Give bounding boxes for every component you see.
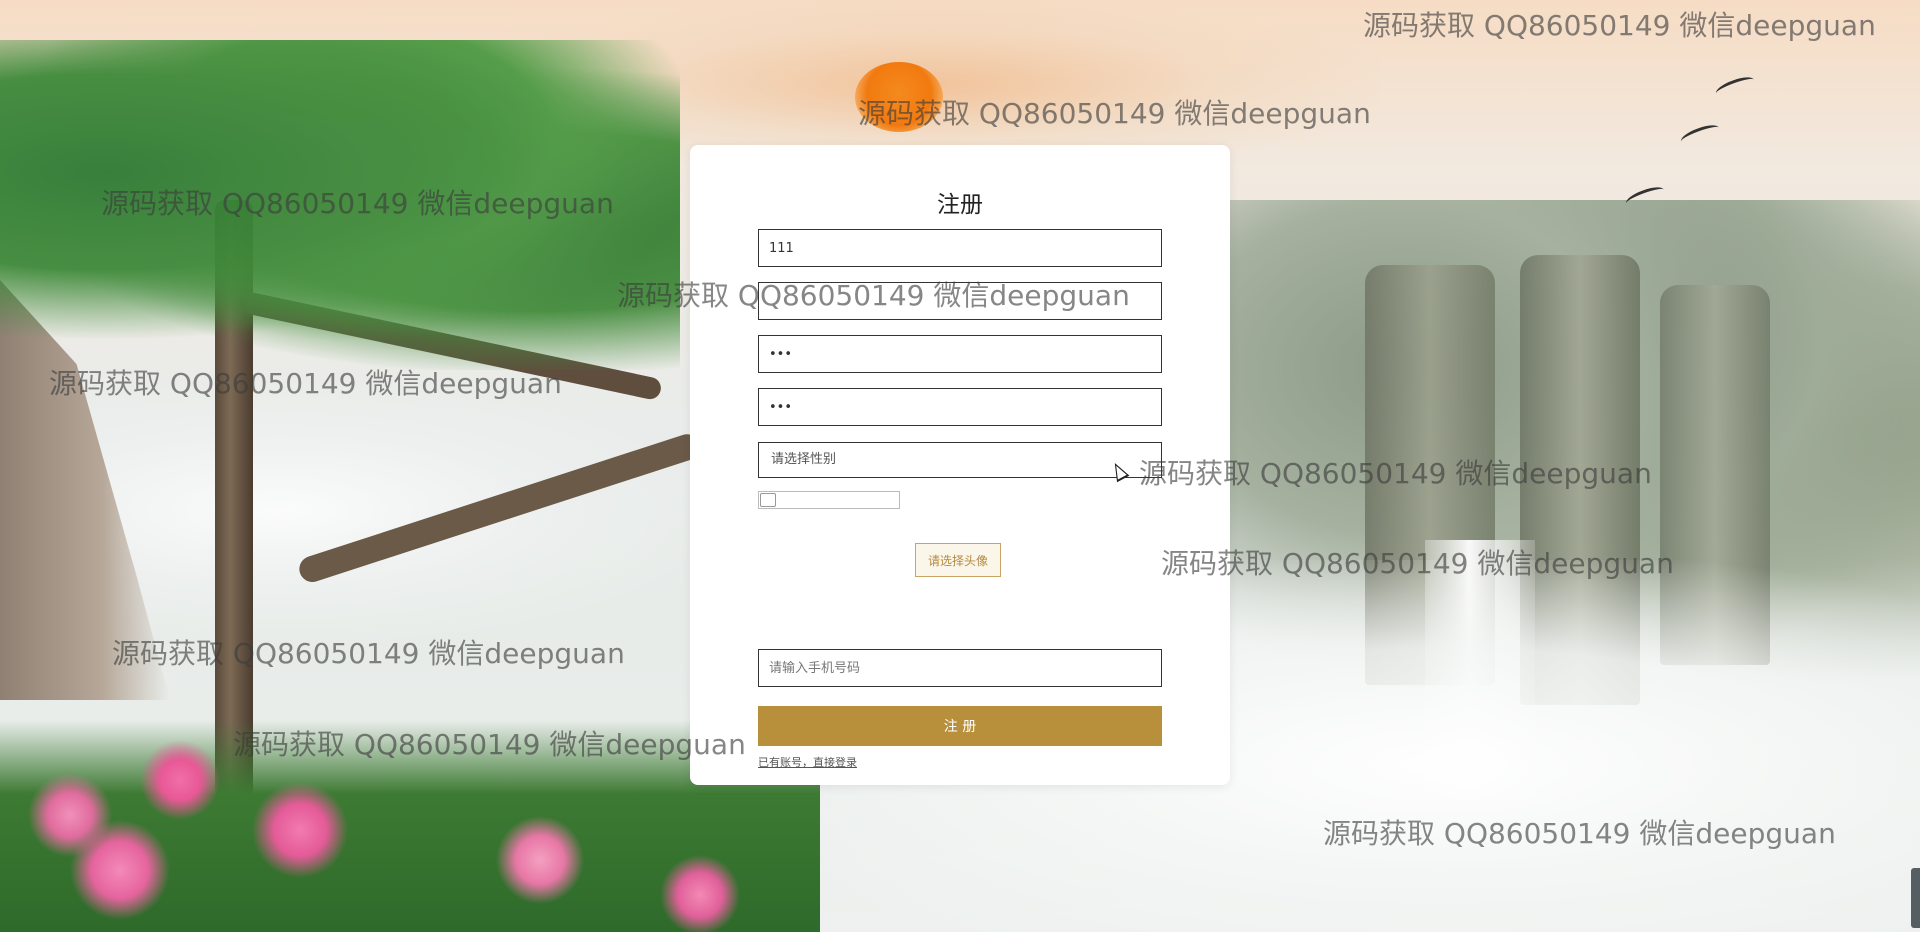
- login-link[interactable]: 已有账号，直接登录: [758, 754, 857, 770]
- phone-input[interactable]: [758, 649, 1162, 687]
- register-page: 注册 请选择性别 请选择头像 注 册 已有账号，直接登录 源码获取 QQ8605…: [0, 0, 1920, 932]
- register-submit-button[interactable]: 注 册: [758, 706, 1162, 746]
- username-input[interactable]: [758, 229, 1162, 267]
- register-form-card: 注册 请选择性别 请选择头像 注 册 已有账号，直接登录: [690, 145, 1230, 785]
- password-input[interactable]: [758, 335, 1162, 373]
- crane-icon: [1713, 73, 1757, 100]
- sun-decoration: [855, 62, 943, 132]
- gender-select[interactable]: 请选择性别: [758, 442, 1162, 478]
- avatar-preview-broken-image-icon: [758, 491, 900, 509]
- pine-canopy-decoration: [0, 40, 680, 370]
- confirm-password-input[interactable]: [758, 388, 1162, 426]
- name-input[interactable]: [758, 282, 1162, 320]
- select-avatar-button[interactable]: 请选择头像: [915, 543, 1001, 577]
- crane-icon: [1678, 121, 1722, 148]
- register-title: 注册: [937, 192, 983, 218]
- side-tab-handle[interactable]: [1911, 868, 1920, 928]
